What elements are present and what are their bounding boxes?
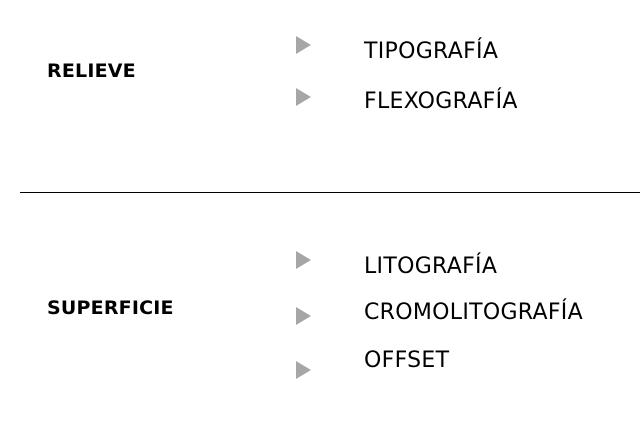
list-item-cromolitografia: CROMOLITOGRAFÍA [0,300,640,330]
triangle-right-icon [296,307,311,325]
item-label: FLEXOGRAFÍA [364,89,518,114]
triangle-right-icon [296,251,311,269]
triangle-right-icon [296,361,311,379]
item-label: CROMOLITOGRAFÍA [364,300,583,325]
item-label: LITOGRAFÍA [364,254,498,279]
section-divider [20,192,640,193]
item-label: OFFSET [364,348,450,373]
item-label: TIPOGRAFÍA [364,39,499,64]
list-item-offset: OFFSET [0,350,640,380]
list-item-tipografia: TIPOGRAFÍA [0,36,640,66]
triangle-right-icon [296,36,311,54]
list-item-litografia: LITOGRAFÍA [0,250,640,280]
triangle-right-icon [296,88,311,106]
list-item-flexografia: FLEXOGRAFÍA [0,87,640,117]
